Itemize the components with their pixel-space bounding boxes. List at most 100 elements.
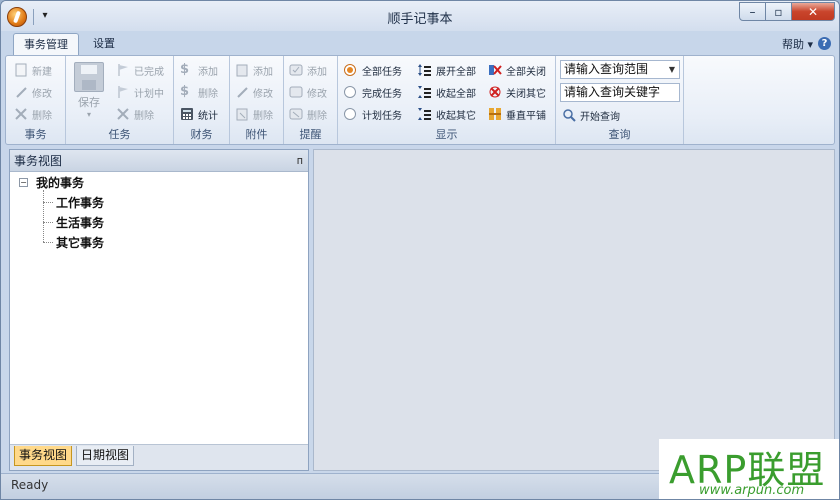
reminder-edit-icon — [289, 85, 303, 99]
delete-icon — [14, 107, 28, 121]
help-menu[interactable]: 帮助 ▾ — [782, 36, 813, 52]
chevron-down-icon: ▼ — [668, 65, 675, 74]
group-caiwu: $ 添加 $ 删除 统计 财务 — [174, 56, 230, 144]
edit-reminder-button[interactable]: 修改 — [289, 82, 327, 102]
tree-item-other[interactable]: 其它事务 — [56, 234, 104, 251]
radio-done-tasks[interactable]: 完成任务 — [344, 82, 402, 102]
tile-vertical-icon — [488, 107, 502, 121]
pin-icon[interactable]: ᴨ — [297, 150, 303, 172]
group-label-tixing: 提醒 — [299, 128, 322, 141]
radio-all-tasks[interactable]: 全部任务 — [344, 60, 402, 80]
flag-icon — [116, 63, 130, 77]
tile-vertical-button[interactable]: 垂直平铺 — [488, 104, 546, 124]
group-label-renwu: 任务 — [108, 128, 131, 141]
window-controls: – ▫ ✕ — [739, 2, 835, 21]
close-icon: ✕ — [807, 4, 819, 19]
affair-tree: − 我的事务 工作事务 生活事务 其它事务 — [10, 172, 308, 250]
expand-all-label: 展开全部 — [436, 66, 476, 78]
affair-view-panel: 事务视图 ᴨ − 我的事务 工作事务 生活事务 其它事务 事务视图 日期视图 — [9, 149, 309, 471]
expand-all-icon — [418, 63, 432, 77]
help-icon[interactable]: ? — [818, 37, 831, 50]
radio-all-tasks-label: 全部任务 — [362, 66, 402, 78]
tab-affair-view[interactable]: 事务视图 — [14, 446, 73, 466]
close-others-button[interactable]: 关闭其它 — [488, 82, 546, 102]
query-range-value: 请输入查询范围 — [564, 62, 649, 76]
delete-reminder-button[interactable]: 删除 — [289, 104, 327, 124]
radio-selected-icon — [344, 64, 356, 76]
query-range-select[interactable]: 请输入查询范围 ▼ — [560, 60, 680, 79]
tree-line — [43, 242, 53, 243]
radio-planned-tasks[interactable]: 计划任务 — [344, 104, 402, 124]
delete-icon — [116, 107, 130, 121]
panel-title: 事务视图 — [14, 154, 63, 168]
group-shiwu: 新建 修改 删除 事务 — [6, 56, 66, 144]
watermark-url: www.arpun.com — [699, 483, 805, 498]
help-label: 帮助 — [781, 38, 804, 51]
close-all-button[interactable]: 全部关闭 — [488, 60, 546, 80]
save-button[interactable]: 保存 ▾ — [74, 62, 104, 119]
chevron-down-icon: ▾ — [807, 38, 813, 51]
pencil-icon — [235, 85, 249, 99]
tree-collapse-icon[interactable]: − — [19, 178, 28, 187]
tab-settings[interactable]: 设置 — [83, 33, 125, 55]
radio-icon — [344, 108, 356, 120]
group-label-fujian: 附件 — [245, 128, 268, 141]
close-all-label: 全部关闭 — [506, 66, 546, 78]
statistics-button[interactable]: 统计 — [180, 104, 218, 124]
tab-affairs[interactable]: 事务管理 — [13, 33, 79, 56]
flag-icon — [116, 85, 130, 99]
radio-planned-tasks-label: 计划任务 — [362, 110, 402, 122]
delete-affair-label: 删除 — [32, 110, 52, 122]
group-label-shiwu: 事务 — [24, 128, 47, 141]
new-affair-button[interactable]: 新建 — [14, 60, 52, 80]
tab-date-view[interactable]: 日期视图 — [76, 446, 135, 466]
reminder-delete-icon — [289, 107, 303, 121]
tile-vertical-label: 垂直平铺 — [506, 110, 546, 122]
start-query-label: 开始查询 — [580, 111, 620, 123]
group-label-caiwu: 财务 — [190, 128, 213, 141]
tree-item-life[interactable]: 生活事务 — [56, 214, 104, 231]
tree-item-work[interactable]: 工作事务 — [56, 194, 104, 211]
calculator-icon — [180, 107, 194, 121]
app-window: ▾ 顺手记事本 – ▫ ✕ 事务管理 设置 帮助 ▾ ? 新建 修改 删除 事务… — [0, 0, 840, 500]
view-tabs: 事务视图 日期视图 — [10, 444, 308, 470]
collapse-all-icon — [418, 85, 432, 99]
dollar-icon: $ — [180, 62, 190, 77]
delete-attachment-button[interactable]: 删除 — [235, 104, 273, 124]
delete-finance-button[interactable]: $ 删除 — [180, 82, 218, 102]
title-bar: ▾ 顺手记事本 – ▫ ✕ — [1, 1, 839, 31]
mark-done-button[interactable]: 已完成 — [116, 60, 164, 80]
mark-planned-label: 计划中 — [134, 88, 164, 100]
status-text: Ready — [11, 478, 49, 492]
delete-affair-button[interactable]: 删除 — [14, 104, 52, 124]
edit-affair-button[interactable]: 修改 — [14, 82, 52, 102]
minimize-button[interactable]: – — [739, 2, 766, 21]
edit-attachment-label: 修改 — [253, 88, 273, 100]
start-query-button[interactable]: 开始查询 — [562, 105, 620, 125]
collapse-all-button[interactable]: 收起全部 — [418, 82, 476, 102]
pencil-icon — [14, 85, 28, 99]
panel-header: 事务视图 ᴨ — [10, 150, 308, 172]
close-button[interactable]: ✕ — [791, 2, 835, 21]
collapse-others-button[interactable]: 收起其它 — [418, 104, 476, 124]
edit-attachment-button[interactable]: 修改 — [235, 82, 273, 102]
new-doc-icon — [14, 63, 28, 77]
mark-planned-button[interactable]: 计划中 — [116, 82, 164, 102]
add-reminder-button[interactable]: 添加 — [289, 60, 327, 80]
close-all-icon — [488, 63, 502, 77]
ribbon-tabs: 事务管理 设置 帮助 ▾ ? — [1, 31, 839, 56]
search-icon — [562, 108, 576, 122]
delete-task-button[interactable]: 删除 — [116, 104, 154, 124]
add-attachment-button[interactable]: 添加 — [235, 60, 273, 80]
query-keyword-input[interactable]: 请输入查询关键字 — [560, 83, 680, 102]
add-finance-button[interactable]: $ 添加 — [180, 60, 218, 80]
ribbon: 新建 修改 删除 事务 保存 ▾ 已完成 计划中 删除 任务 $ 添加 $ 删除… — [5, 55, 835, 145]
radio-icon — [344, 86, 356, 98]
tree-root-my-affairs[interactable]: 我的事务 — [36, 174, 84, 191]
delete-finance-label: 删除 — [198, 88, 218, 100]
add-finance-label: 添加 — [198, 66, 218, 78]
tree-line — [43, 190, 44, 242]
save-label: 保存 — [78, 96, 100, 109]
expand-all-button[interactable]: 展开全部 — [418, 60, 476, 80]
maximize-button[interactable]: ▫ — [765, 2, 792, 21]
